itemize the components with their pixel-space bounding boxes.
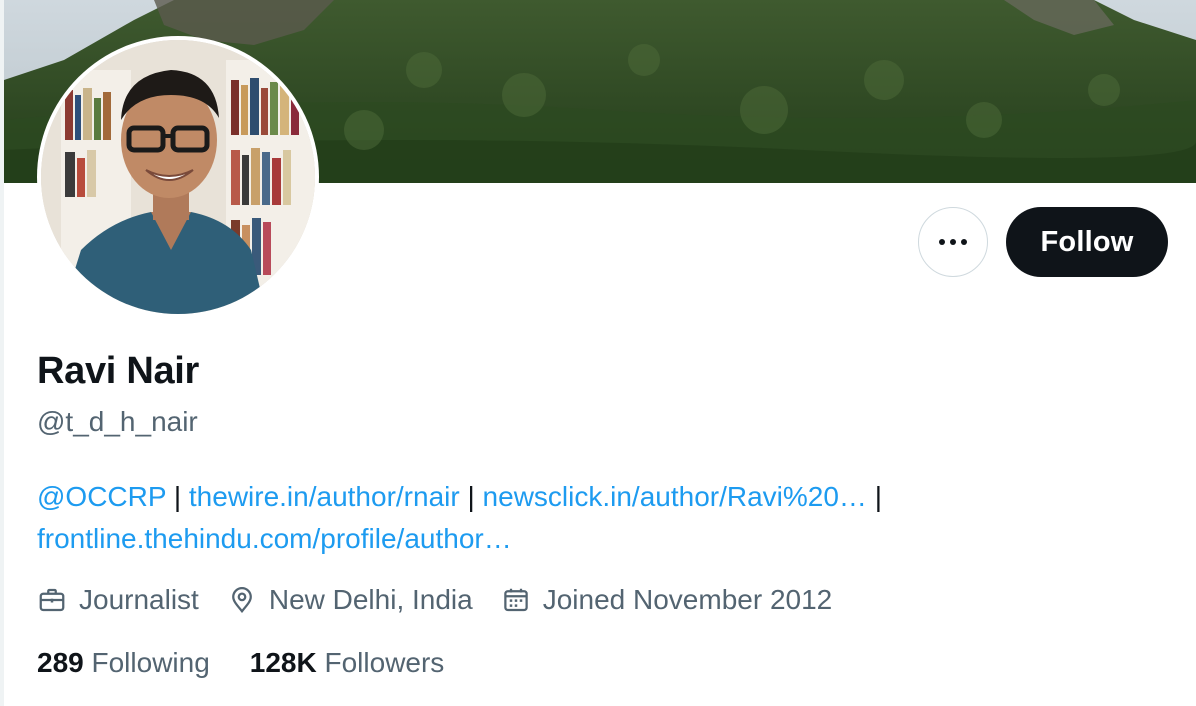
location-pin-icon: [231, 587, 252, 614]
followers-label: Followers: [316, 647, 445, 678]
more-options-button[interactable]: [918, 207, 988, 277]
following-stat[interactable]: 289 Following: [37, 647, 210, 679]
briefcase-icon: [39, 588, 65, 612]
avatar-image: [41, 40, 315, 314]
join-date: Joined November 2012: [501, 584, 833, 616]
profession: Journalist: [37, 584, 199, 616]
bio-link-newsclick[interactable]: newsclick.in/author/Ravi%20…: [483, 481, 867, 512]
avatar[interactable]: [37, 36, 319, 318]
followers-stat[interactable]: 128K Followers: [250, 647, 445, 679]
bio-separator: |: [459, 481, 483, 512]
bio-link-frontline[interactable]: frontline.thehindu.com/profile/author…: [37, 523, 512, 554]
profile-page: Follow Ravi Nair @t_d_h_nair @OCCRP | th…: [0, 0, 1196, 706]
location-label: New Delhi, India: [268, 584, 473, 615]
display-name: Ravi Nair: [37, 350, 200, 392]
user-handle: @t_d_h_nair: [37, 406, 198, 437]
profile-stats: 289 Following 128K Followers: [37, 644, 484, 682]
followers-count: 128K: [249, 647, 317, 678]
following-count: 289: [37, 647, 84, 678]
bio-link-thewire[interactable]: thewire.in/author/rnair: [189, 481, 460, 512]
profession-label: Journalist: [79, 584, 199, 615]
profile-photo: [41, 40, 315, 314]
location: New Delhi, India: [227, 584, 473, 616]
bio-separator: |: [166, 481, 189, 512]
more-horizontal-icon: [937, 239, 970, 245]
calendar-icon: [503, 588, 528, 612]
join-date-label: Joined November 2012: [542, 584, 833, 615]
follow-button[interactable]: Follow: [1006, 207, 1168, 277]
profile-bio: @OCCRP | thewire.in/author/rnair | newsc…: [37, 476, 1157, 560]
bio-link-occrp[interactable]: @OCCRP: [37, 481, 166, 512]
profile-meta: Journalist New Delhi, India Joined Novem…: [37, 580, 860, 620]
following-label: Following: [83, 647, 210, 678]
bio-separator: |: [866, 481, 882, 512]
